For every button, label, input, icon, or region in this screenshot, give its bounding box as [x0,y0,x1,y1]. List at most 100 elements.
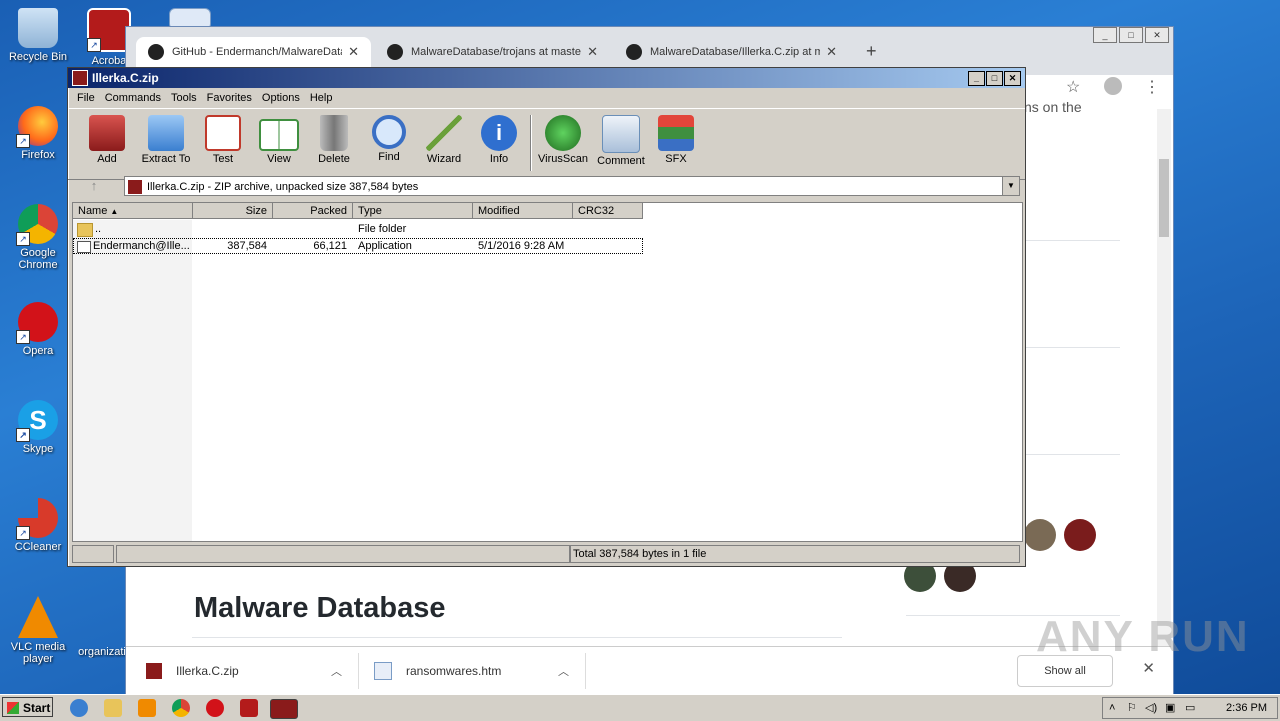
path-field[interactable]: Illerka.C.zip - ZIP archive, unpacked si… [124,176,1020,196]
desktop-icon-chrome[interactable]: ↗ Google Chrome [0,204,76,271]
new-tab-button[interactable]: + [866,41,877,62]
power-icon[interactable]: ▭ [1185,698,1195,718]
add-button[interactable]: Add [79,111,135,165]
taskbar: Start ˄ ⚐ ◁) ▣ ▭ 2:36 PM [0,694,1280,721]
cell-name: .. [95,223,102,235]
status-bar: Total 387,584 bytes in 1 file [72,545,1021,563]
profile-avatar-icon[interactable] [1104,77,1122,95]
chevron-down-icon[interactable]: ▼ [1002,177,1019,195]
tab-title: MalwareDatabase/Illerka.C.zip at ma [650,46,820,58]
extract-to-button[interactable]: Extract To [137,111,195,165]
maximize-button[interactable]: □ [986,71,1003,86]
column-name[interactable]: Name ▲ [73,203,193,219]
download-filename: Illerka.C.zip [176,664,239,678]
desktop-icon-opera[interactable]: ↗ Opera [0,302,76,357]
close-button[interactable]: ✕ [1004,71,1021,86]
download-item[interactable]: ransomwares.htm ︿ [374,647,585,695]
chrome-menu-icon[interactable]: ⋮ [1144,77,1160,97]
menu-help[interactable]: Help [305,92,338,104]
divider [358,653,359,689]
chevron-up-icon[interactable]: ︿ [331,663,342,679]
file-list: Name ▲ Size Packed Type Modified CRC32 .… [72,202,1023,542]
view-book-icon [259,119,299,151]
desktop-icon-firefox[interactable]: ↗ Firefox [0,106,76,161]
desktop-icon-label: Google Chrome [18,247,58,271]
vlc-icon [18,596,58,638]
scrollbar[interactable] [1157,109,1171,649]
desktop-icon-vlc[interactable]: VLC media player [0,596,76,665]
list-header: Name ▲ Size Packed Type Modified CRC32 [73,203,643,219]
tab-illerka-zip[interactable]: MalwareDatabase/Illerka.C.zip at ma ✕ [614,37,849,67]
tab-github-endermanch[interactable]: GitHub - Endermanch/MalwareDatab ✕ [136,37,371,67]
tab-trojans[interactable]: MalwareDatabase/trojans at master ✕ [375,37,610,67]
cell-type: File folder [358,223,407,235]
minimize-button[interactable]: _ [968,71,985,86]
flag-icon[interactable]: ⚐ [1127,698,1137,718]
column-type[interactable]: Type [353,203,473,219]
bookmark-star-icon[interactable]: ☆ [1066,77,1080,97]
html-file-icon [374,662,392,680]
title-bar[interactable]: Illerka.C.zip _ □ ✕ [68,68,1025,88]
cell-modified: 5/1/2016 9:28 AM [478,240,565,252]
github-icon [626,44,642,60]
test-button[interactable]: Test [195,111,251,165]
opera-icon[interactable] [206,699,224,717]
info-button[interactable]: i Info [471,111,527,165]
comment-button[interactable]: Comment [592,111,650,167]
volume-icon[interactable]: ◁) [1145,698,1157,718]
ie-icon[interactable] [70,699,88,717]
comment-icon [602,115,640,153]
menu-commands[interactable]: Commands [100,92,166,104]
column-packed[interactable]: Packed [273,203,353,219]
desktop-icon-organization[interactable]: organizati [72,646,132,658]
virus-scan-icon [545,115,581,151]
contributor-avatar[interactable] [1024,519,1056,551]
scrollbar-thumb[interactable] [1159,159,1169,237]
menu-options[interactable]: Options [257,92,305,104]
close-icon[interactable]: ✕ [826,44,837,60]
column-size[interactable]: Size [193,203,273,219]
column-crc32[interactable]: CRC32 [573,203,643,219]
download-item[interactable]: Illerka.C.zip ︿ [146,647,358,695]
find-button[interactable]: Find [361,111,417,163]
cell-size: 387,584 [227,240,267,252]
media-player-icon[interactable] [138,699,156,717]
table-row[interactable]: .. File folder [73,221,643,237]
wizard-button[interactable]: Wizard [416,111,472,165]
menu-tools[interactable]: Tools [166,92,202,104]
extract-folder-icon [148,115,184,151]
menu-favorites[interactable]: Favorites [202,92,257,104]
clock[interactable]: 2:36 PM [1226,698,1267,718]
chevron-up-icon[interactable]: ︿ [558,663,569,679]
table-row[interactable]: Endermanch@Ille... 387,584 66,121 Applic… [73,238,643,254]
network-icon[interactable]: ▣ [1165,698,1175,718]
window-title: Illerka.C.zip [92,71,159,85]
desktop-icon-skype[interactable]: S ↗ Skype [0,400,76,455]
explorer-icon[interactable] [104,699,122,717]
toolbar-label: VirusScan [538,153,588,165]
close-icon[interactable]: ✕ [587,44,598,60]
delete-button[interactable]: Delete [306,111,362,165]
minimize-button[interactable]: _ [1093,27,1117,43]
desktop-icon-label: Skype [22,443,54,455]
up-arrow-icon[interactable]: ↑ [76,178,112,196]
virusscan-button[interactable]: VirusScan [534,111,592,165]
view-button[interactable]: View [251,111,307,165]
divider [192,637,842,638]
maximize-button[interactable]: □ [1119,27,1143,43]
close-icon[interactable]: ✕ [348,44,359,60]
desktop-icon-ccleaner[interactable]: ↗ CCleaner [0,498,76,553]
menu-file[interactable]: File [72,92,100,104]
tray-up-icon[interactable]: ˄ [1109,698,1115,718]
contributor-avatar[interactable] [1064,519,1096,551]
sfx-button[interactable]: SFX [648,111,704,165]
chrome-icon[interactable] [172,699,190,717]
desktop-icon-recycle-bin[interactable]: Recycle Bin [0,8,76,63]
close-button[interactable]: ✕ [1145,27,1169,43]
column-modified[interactable]: Modified [473,203,573,219]
winrar-taskbar-icon[interactable] [270,699,298,719]
drive-icon[interactable] [72,545,114,563]
magic-wand-icon [426,115,462,151]
acrobat-icon[interactable] [240,699,258,717]
start-button[interactable]: Start [2,697,53,717]
